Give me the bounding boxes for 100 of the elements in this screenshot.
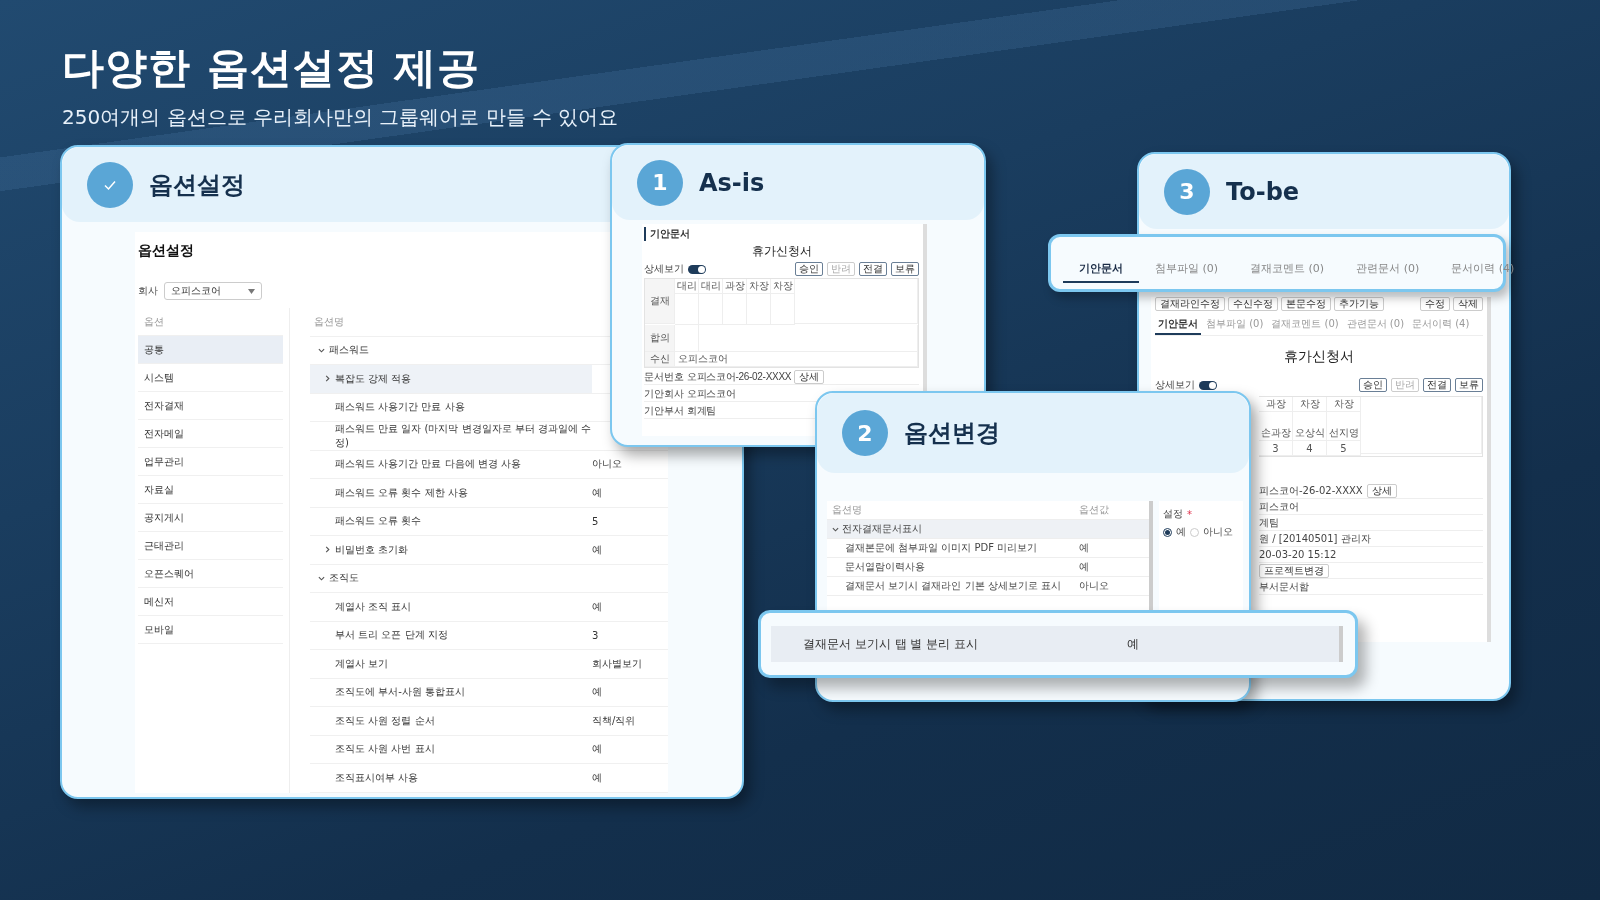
info-value: 오피스코어-26-02-XXXX xyxy=(687,370,792,384)
action-button[interactable]: 보류 xyxy=(891,262,919,276)
action-button[interactable]: 전결 xyxy=(1423,378,1451,392)
toggle-switch[interactable] xyxy=(1199,380,1217,390)
chevron-right-icon[interactable] xyxy=(324,546,331,554)
action-button[interactable]: 승인 xyxy=(1359,378,1387,392)
document-title: 휴가신청서 xyxy=(750,243,813,260)
chevron-right-icon[interactable] xyxy=(324,375,331,383)
column-header: 옵션명 xyxy=(832,503,862,517)
info-button[interactable]: 상세 xyxy=(1366,483,1397,498)
action-button[interactable]: 보류 xyxy=(1455,378,1483,392)
toolbar-button[interactable]: 삭제 xyxy=(1453,297,1483,311)
option-row[interactable]: 패스워드 xyxy=(310,336,592,364)
tab[interactable]: 결재코멘트 (0) xyxy=(1234,261,1341,283)
page-title: 다양한 옵션설정 제공 xyxy=(62,42,482,94)
column-header: 옵션 xyxy=(144,314,164,329)
info-value: 오피스코어 xyxy=(687,387,736,401)
chevron-down-icon[interactable] xyxy=(832,525,839,533)
option-row[interactable]: 조직표시여부 사용 xyxy=(310,764,592,792)
category-item[interactable]: 시스템 xyxy=(138,364,283,392)
chevron-down-icon[interactable] xyxy=(318,574,325,582)
info-label: 기안부서 xyxy=(644,404,684,418)
option-row[interactable]: 패스워드 오류 횟수 xyxy=(310,507,592,535)
option-row[interactable]: 패스워드 오류 횟수 제한 사용 xyxy=(310,479,592,507)
option-name: 결재문서 보기시 탭 별 분리 표시 xyxy=(803,635,980,653)
action-button[interactable]: 전결 xyxy=(859,262,887,276)
option-row[interactable]: 전자결재문서표시 xyxy=(827,520,1149,539)
chevron-down-icon[interactable] xyxy=(318,346,325,354)
row-label: 결재 xyxy=(645,279,675,324)
info-button[interactable]: 프로젝트변경 xyxy=(1259,563,1329,578)
option-row[interactable]: 조직도 xyxy=(310,564,592,592)
category-item[interactable]: 전자결재 xyxy=(138,392,283,420)
option-row[interactable]: 패스워드 만료 일자 (마지막 변경일자로 부터 경과일에 수정) xyxy=(310,422,592,450)
option-row[interactable]: 비밀번호 초기화 xyxy=(310,536,592,564)
row-label: 수신 xyxy=(645,352,675,367)
option-value: 회사별보기 xyxy=(592,656,642,671)
toolbar-button[interactable]: 결재라인수정 xyxy=(1155,297,1225,311)
required-mark: * xyxy=(1187,508,1192,520)
option-row[interactable]: 패스워드 사용기간 만료 사용 xyxy=(310,393,592,421)
radio-label: 아니오 xyxy=(1203,525,1233,539)
option-value: 예 xyxy=(1127,635,1139,653)
radio-label: 예 xyxy=(1176,525,1186,539)
position-cell: 차장 xyxy=(1327,397,1361,412)
option-name: 결재본문에 첨부파일 이미지 PDF 미리보기 xyxy=(845,541,1038,555)
category-item[interactable]: 메신저 xyxy=(138,588,283,616)
category-item[interactable]: 오픈스퀘어 xyxy=(138,560,283,588)
option-value: 5 xyxy=(592,515,599,527)
action-button[interactable]: 승인 xyxy=(795,262,823,276)
tab[interactable]: 첨부파일 (0) xyxy=(1139,261,1235,283)
option-row[interactable]: 계열사 조직 표시 xyxy=(310,593,592,621)
option-row[interactable]: 패스워드 사용기간 만료 다음에 변경 사용 xyxy=(310,450,592,478)
option-value: 아니오 xyxy=(592,457,622,472)
category-item[interactable]: 전자메일 xyxy=(138,420,283,448)
info-value: 피스코어-26-02-XXXX xyxy=(1259,483,1363,498)
card-title: To-be xyxy=(1226,177,1300,206)
category-item[interactable]: 근태관리 xyxy=(138,532,283,560)
tab[interactable]: 문서이력 (4) xyxy=(1435,261,1531,283)
option-name: 문서열람이력사용 xyxy=(845,560,925,574)
card-title: As-is xyxy=(699,168,765,197)
category-item[interactable]: 자료실 xyxy=(138,476,283,504)
option-row[interactable]: 조직도에 부서-사원 통합표시 xyxy=(310,678,592,706)
screen-title: 옵션설정 xyxy=(138,242,195,260)
step-number: 1 xyxy=(637,159,683,206)
category-item[interactable]: 공통 xyxy=(138,336,283,364)
option-value: 예 xyxy=(592,770,602,785)
company-select[interactable]: 오피스코어 xyxy=(164,282,262,300)
option-row[interactable]: 조직도 사원 정렬 순서 xyxy=(310,707,592,735)
position-cell: 차장 xyxy=(747,279,771,294)
more-menu-button[interactable]: 추가기능 xyxy=(1334,297,1384,311)
option-row[interactable]: 복잡도 강제 적용 xyxy=(310,365,592,393)
category-item[interactable]: 공지게시 xyxy=(138,504,283,532)
check-icon xyxy=(87,161,133,208)
order-number: 4 xyxy=(1293,441,1327,456)
option-value: 예 xyxy=(592,685,602,700)
position-cell: 차장 xyxy=(771,279,795,294)
category-item[interactable]: 모바일 xyxy=(138,616,283,644)
row-label: 합의 xyxy=(645,325,675,352)
tab[interactable]: 기안문서 xyxy=(1063,261,1139,283)
toolbar-button[interactable]: 본문수정 xyxy=(1281,297,1331,311)
category-item[interactable]: 업무관리 xyxy=(138,448,283,476)
info-value: 계팀 xyxy=(1259,515,1279,530)
toolbar-button[interactable]: 수신수정 xyxy=(1228,297,1278,311)
info-value: 회계팀 xyxy=(687,404,717,418)
position-cell: 과장 xyxy=(1259,397,1293,412)
toggle-switch[interactable] xyxy=(688,264,706,274)
option-row[interactable]: 조직도 사원 사번 표시 xyxy=(310,735,592,763)
order-number: 3 xyxy=(1259,441,1293,456)
tab[interactable]: 기안문서 xyxy=(1155,315,1201,335)
card-title: 옵션변경 xyxy=(904,418,1000,449)
option-value: 예 xyxy=(592,742,602,757)
document-title: 휴가신청서 xyxy=(1283,348,1355,366)
option-row[interactable]: 부서 트리 오픈 단계 지정 xyxy=(310,621,592,649)
option-row[interactable]: 결재문서 보기시 탭 별 분리 표시 예 xyxy=(771,626,1343,662)
dropdown-caret-icon xyxy=(248,288,255,294)
option-row[interactable]: 계열사 보기 xyxy=(310,650,592,678)
toolbar-button[interactable]: 수정 xyxy=(1420,297,1450,311)
detail-button[interactable]: 상세 xyxy=(794,370,825,384)
option-value: 직책/직위 xyxy=(592,713,636,728)
tab[interactable]: 관련문서 (0) xyxy=(1340,261,1436,283)
step-number: 3 xyxy=(1164,168,1210,215)
